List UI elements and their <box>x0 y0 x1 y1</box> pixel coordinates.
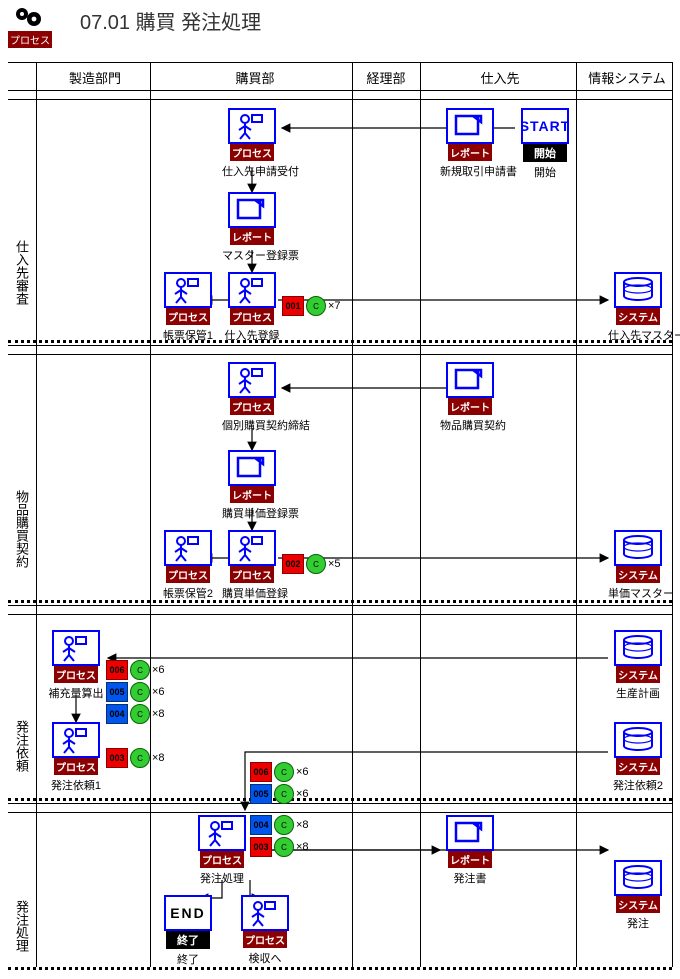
start-badge: 開始 <box>523 144 567 162</box>
form-keep1-process[interactable]: プロセス 帳票保管1 <box>158 272 218 343</box>
database-icon <box>620 277 656 303</box>
control-c4: 005C×6 <box>106 682 165 702</box>
goods-contract-report[interactable]: レポート 物品購買契約 <box>440 362 500 433</box>
control-c10: 003C×8 <box>250 837 309 857</box>
start-label: START <box>521 118 569 134</box>
prod-plan-system[interactable]: システム 生産計画 <box>608 630 668 701</box>
new-request-cap: 新規取引申請書 <box>440 163 500 179</box>
price-register-process[interactable]: プロセス 購買単価登録 <box>222 530 282 601</box>
report-badge: レポート <box>448 144 492 161</box>
control-icon: C <box>306 296 326 316</box>
control-c2: 002C×5 <box>282 554 341 574</box>
replenish-process[interactable]: プロセス 補充量算出 <box>46 630 106 701</box>
order-req1-process[interactable]: プロセス 発注依頼1 <box>46 722 106 793</box>
control-c7: 006C×6 <box>250 762 309 782</box>
start-node[interactable]: START 開始 開始 <box>515 108 575 180</box>
control-c1: 001C×7 <box>282 296 341 316</box>
order-proc-process[interactable]: プロセス 発注処理 <box>192 815 252 886</box>
flow-connectors <box>0 0 680 979</box>
supplier-accept-process[interactable]: プロセス 仕入先申請受付 <box>222 108 282 179</box>
price-form-report[interactable]: レポート 購買単価登録票 <box>222 450 282 521</box>
master-form-report[interactable]: レポート マスター登録票 <box>222 192 282 263</box>
individual-contract-process[interactable]: プロセス 個別購買契約締結 <box>222 362 282 433</box>
person-icon <box>234 112 270 140</box>
new-request-report[interactable]: レポート 新規取引申請書 <box>440 108 500 179</box>
control-c5: 004C×8 <box>106 704 165 724</box>
control-c3: 006C×6 <box>106 660 165 680</box>
supplier-register-process[interactable]: プロセス 仕入先登録 <box>222 272 282 343</box>
to-inspection-process[interactable]: プロセス 検収へ <box>235 895 295 966</box>
price-master-system[interactable]: システム 単価マスター <box>608 530 668 601</box>
control-c8: 005C×6 <box>250 784 309 804</box>
report-icon <box>453 113 487 139</box>
supplier-master-system[interactable]: システム 仕入先マスター <box>608 272 668 343</box>
order-system[interactable]: システム 発注 <box>608 860 668 931</box>
control-c6: 003C×8 <box>106 748 165 768</box>
start-cap: 開始 <box>515 164 575 180</box>
form-keep2-process[interactable]: プロセス 帳票保管2 <box>158 530 218 601</box>
order-req2-system[interactable]: システム 発注依頼2 <box>608 722 668 793</box>
end-node[interactable]: END 終了 終了 <box>158 895 218 967</box>
order-doc-report[interactable]: レポート 発注書 <box>440 815 500 886</box>
control-c9: 004C×8 <box>250 815 309 835</box>
